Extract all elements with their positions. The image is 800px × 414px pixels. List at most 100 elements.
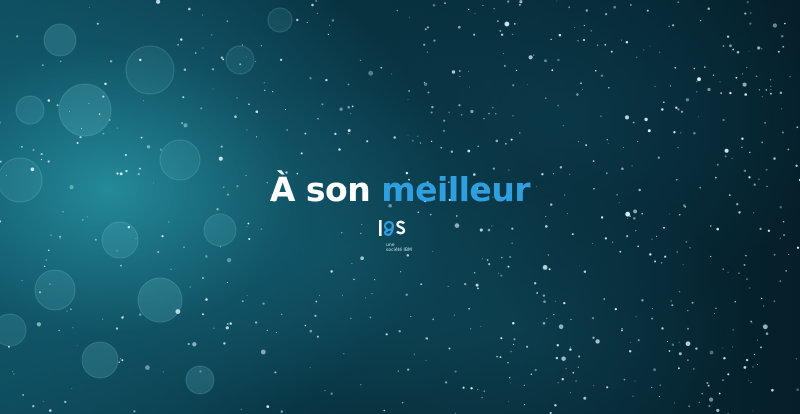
star-particle: [408, 16, 410, 18]
star-particle: [69, 111, 70, 112]
star-particle: [762, 324, 768, 330]
star-particle: [0, 160, 2, 163]
star-particle: [167, 221, 170, 223]
star-particle: [796, 388, 799, 392]
star-particle: [262, 302, 265, 305]
bokeh-circle: [137, 277, 183, 323]
star-particle: [695, 347, 698, 350]
star-particle: [716, 227, 719, 231]
star-particle: [724, 148, 729, 153]
star-particle: [698, 116, 699, 118]
star-particle: [360, 232, 362, 235]
star-particle: [583, 24, 586, 27]
star-particle: [98, 113, 101, 115]
star-particle: [13, 373, 15, 375]
star-particle: [430, 111, 433, 114]
star-particle: [212, 88, 214, 90]
star-particle: [50, 234, 52, 236]
star-particle: [551, 69, 554, 72]
star-particle: [669, 213, 671, 215]
star-particle: [440, 146, 443, 149]
star-particle: [192, 342, 197, 347]
star-particle: [468, 86, 470, 88]
star-particle: [748, 50, 750, 52]
star-particle: [627, 218, 629, 219]
star-particle: [633, 217, 636, 220]
star-particle: [240, 408, 242, 410]
star-particle: [526, 83, 528, 85]
star-particle: [255, 110, 259, 113]
star-particle: [796, 246, 800, 249]
star-particle: [630, 4, 632, 6]
star-particle: [104, 82, 107, 86]
star-particle: [744, 12, 747, 15]
star-particle: [393, 136, 396, 139]
star-particle: [219, 246, 221, 248]
star-particle: [561, 378, 564, 381]
star-particle: [747, 380, 749, 381]
star-particle: [467, 70, 469, 73]
star-particle: [450, 150, 454, 153]
star-particle: [161, 235, 164, 238]
star-particle: [121, 359, 124, 362]
bokeh-circle: [203, 213, 237, 247]
star-particle: [500, 337, 503, 340]
star-particle: [284, 108, 286, 111]
star-particle: [685, 341, 691, 347]
star-particle: [407, 368, 410, 371]
star-particle: [508, 400, 510, 402]
star-particle: [624, 115, 630, 120]
star-particle: [444, 2, 446, 4]
star-particle: [96, 22, 99, 25]
star-particle: [709, 397, 714, 402]
star-particle: [453, 314, 455, 316]
headline-part-2: meilleur: [381, 170, 531, 209]
star-particle: [637, 339, 640, 342]
star-particle: [513, 23, 516, 25]
star-particle: [779, 237, 781, 239]
star-particle: [309, 77, 312, 80]
star-particle: [687, 359, 689, 361]
star-particle: [542, 265, 548, 270]
star-particle: [528, 55, 533, 60]
star-particle: [512, 84, 515, 87]
logo-tagline-line-2: société IBM: [386, 248, 412, 253]
star-particle: [784, 22, 786, 25]
star-particle: [181, 122, 184, 125]
star-particle: [746, 278, 748, 280]
star-particle: [680, 110, 684, 113]
bokeh-circle: [58, 83, 112, 137]
star-particle: [423, 82, 428, 86]
star-particle: [360, 256, 364, 261]
star-particle: [668, 350, 671, 352]
star-particle: [254, 321, 258, 324]
star-particle: [342, 294, 343, 296]
star-particle: [783, 234, 786, 237]
star-particle: [735, 76, 738, 79]
star-particle: [211, 68, 215, 71]
star-particle: [534, 282, 537, 285]
star-particle: [338, 148, 341, 151]
star-particle: [72, 327, 74, 329]
star-particle: [710, 255, 712, 258]
star-particle: [577, 141, 579, 143]
star-particle: [493, 8, 495, 10]
star-particle: [226, 20, 229, 23]
bokeh-circle: [0, 313, 27, 347]
star-particle: [423, 43, 426, 46]
star-particle: [519, 0, 523, 4]
star-particle: [795, 358, 797, 360]
star-particle: [570, 318, 572, 320]
star-particle: [692, 367, 695, 370]
star-particle: [480, 325, 482, 327]
star-particle: [76, 142, 79, 144]
star-particle: [545, 97, 547, 99]
star-particle: [526, 345, 529, 348]
star-particle: [79, 136, 82, 139]
star-particle: [47, 249, 50, 252]
star-particle: [722, 268, 725, 271]
star-particle: [483, 118, 485, 120]
star-particle: [659, 51, 661, 53]
star-particle: [767, 229, 771, 232]
star-particle: [226, 281, 229, 284]
